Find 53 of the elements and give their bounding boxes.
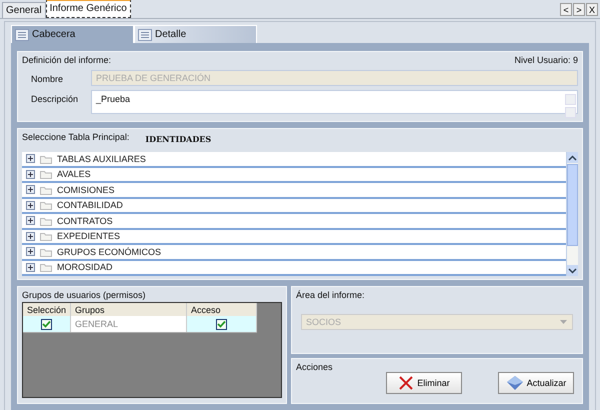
tree-item[interactable]: EXPEDIENTES [22,230,566,245]
expander-icon[interactable] [26,247,35,256]
expander-icon[interactable] [26,154,35,164]
tree-item[interactable]: MOROSIDAD [22,260,566,276]
tab[interactable]: General [2,2,46,18]
cube-icon [506,375,524,391]
field-label: Seleccione Tabla Principal: [22,132,130,144]
folder-icon [40,246,52,257]
scrollbar[interactable] [565,94,576,118]
tree-item[interactable]: COMISIONES [22,183,566,198]
checkbox[interactable] [41,318,52,330]
list-icon [15,28,29,40]
nav-button[interactable]: < [560,3,572,16]
expander-icon[interactable] [26,232,35,241]
folder-icon [40,200,52,210]
tree-item[interactable]: GRUPOS ECONÓMICOS [22,245,566,260]
folder-icon [40,231,52,242]
chevron-down-icon[interactable] [568,268,577,274]
tab[interactable]: Detalle [134,25,257,43]
folder-icon [40,216,52,226]
tree-item[interactable]: CONTRATOS [22,214,566,230]
expander-icon[interactable] [26,216,35,226]
update-button[interactable]: Actualizar [498,372,574,394]
selected-table: IDENTIDADES [145,132,212,144]
folder-icon [40,169,52,180]
tab[interactable]: Informe Genérico [46,0,131,18]
section-title: Área del informe: [296,290,365,300]
field-label: Nombre [30,73,64,84]
field-label: Descripción [30,93,80,104]
user-level: Nivel Usuario: 9 [514,55,578,65]
x-icon [398,375,414,391]
delete-button[interactable]: Eliminar [386,372,462,394]
folder-icon [40,184,52,195]
tree-item[interactable]: TABLAS AUXILIARES [22,152,566,168]
dropdown-arrow-icon [559,319,568,325]
tree-item[interactable]: CONTABILIDAD [22,198,566,214]
section-title: Grupos de usuarios (permisos) [22,290,147,300]
checkbox[interactable] [216,318,227,330]
list-icon [138,28,152,40]
tab[interactable]: Cabecera [11,25,134,43]
tree-item[interactable]: AVALES [22,168,566,183]
expander-icon[interactable] [26,200,35,210]
folder-icon [40,154,52,164]
expander-icon[interactable] [26,262,35,272]
section-title: Acciones [296,362,333,372]
nav-button[interactable]: > [573,3,585,16]
folder-icon [40,262,52,272]
nav-button[interactable]: X [586,3,598,16]
scrollbar[interactable] [566,152,578,276]
expander-icon[interactable] [26,170,35,179]
section-title: Definición del informe: [22,55,112,65]
expander-icon[interactable] [26,185,35,194]
chevron-up-icon[interactable] [568,154,577,160]
